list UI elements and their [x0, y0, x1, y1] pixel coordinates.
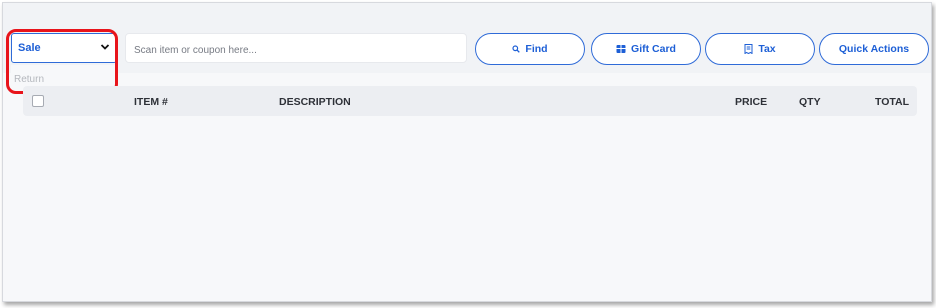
tax-button[interactable]: Tax — [705, 33, 815, 65]
receipt-icon — [744, 44, 753, 54]
find-button-label: Find — [525, 43, 548, 55]
transaction-mode-select[interactable]: Sale — [11, 33, 117, 63]
dropdown-option-return[interactable]: Return — [14, 74, 44, 85]
column-header-item: ITEM # — [134, 96, 168, 108]
column-header-qty: QTY — [799, 96, 821, 108]
gift-card-button[interactable]: Gift Card — [591, 33, 701, 65]
cart-table-header: ITEM # DESCRIPTION PRICE QTY TOTAL — [23, 86, 917, 116]
scan-input-wrapper — [125, 33, 467, 63]
gift-card-icon — [616, 44, 626, 54]
pos-transaction-panel: Sale Return Find Gift Card Tax Quick Act… — [2, 2, 932, 302]
column-header-price: PRICE — [735, 96, 768, 108]
scan-input[interactable] — [132, 40, 456, 60]
search-icon — [512, 45, 521, 53]
quick-actions-button[interactable]: Quick Actions — [819, 33, 929, 65]
tax-button-label: Tax — [758, 43, 776, 55]
chevron-down-icon — [100, 44, 110, 50]
quick-actions-button-label: Quick Actions — [838, 43, 910, 55]
gift-card-button-label: Gift Card — [631, 43, 676, 55]
column-header-total: TOTAL — [874, 96, 909, 108]
select-all-checkbox[interactable] — [32, 95, 44, 107]
transaction-mode-value: Sale — [18, 42, 41, 54]
find-button[interactable]: Find — [475, 33, 585, 65]
column-header-description: DESCRIPTION — [279, 96, 351, 108]
